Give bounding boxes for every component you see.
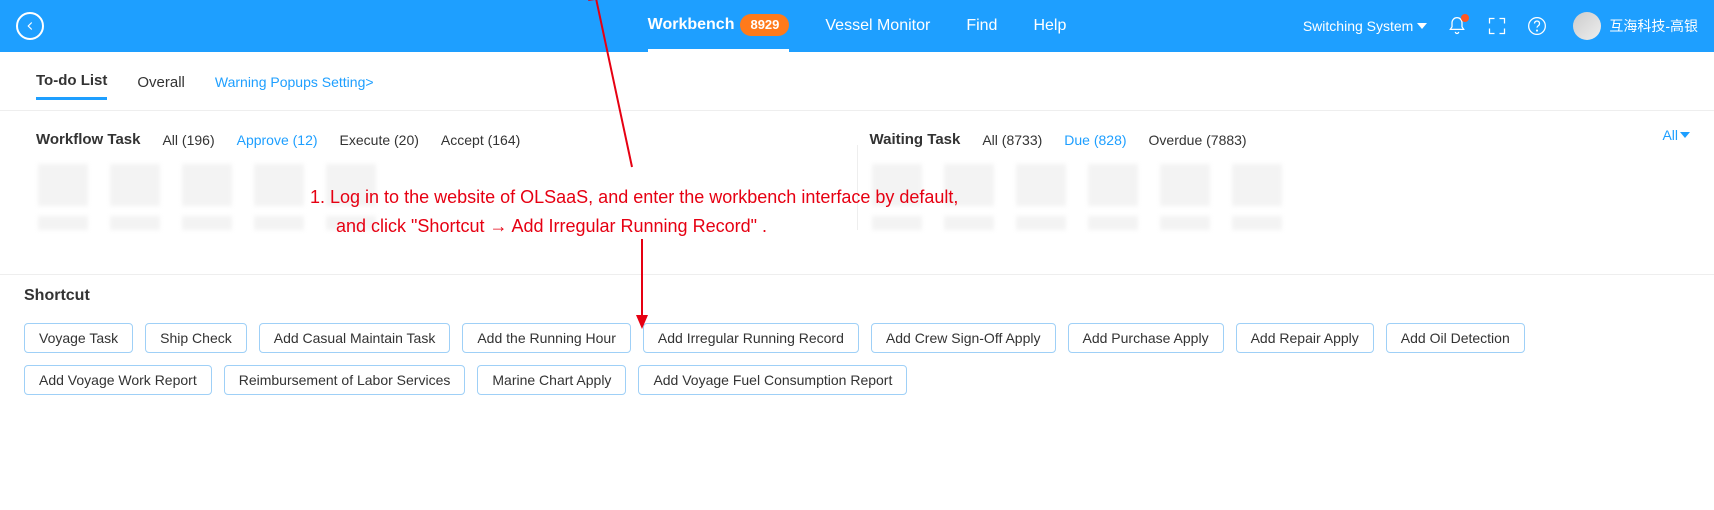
shortcut-add-casual-maintain-task[interactable]: Add Casual Maintain Task [259, 323, 451, 353]
waiting-filter-all[interactable]: All (8733) [982, 132, 1042, 148]
question-circle-icon [1527, 16, 1547, 36]
workflow-tile[interactable] [252, 164, 306, 244]
waiting-tile[interactable] [1158, 164, 1212, 244]
waiting-filter-due[interactable]: Due (828) [1064, 132, 1126, 148]
caret-down-icon [1680, 130, 1690, 140]
workflow-filter-execute[interactable]: Execute (20) [340, 132, 419, 148]
user-name-label: 互海科技-高银 [1609, 16, 1698, 36]
workflow-tiles [36, 164, 845, 244]
shortcut-title: Shortcut [24, 287, 1690, 305]
waiting-task-header: Waiting Task All (8733) Due (828) Overdu… [870, 131, 1679, 148]
workflow-tile[interactable] [108, 164, 162, 244]
shortcut-add-running-hour[interactable]: Add the Running Hour [462, 323, 631, 353]
waiting-tile[interactable] [1014, 164, 1068, 244]
all-filter-label: All [1662, 127, 1678, 143]
arrow-left-icon [23, 19, 37, 33]
nav-workbench-label: Workbench [648, 16, 735, 34]
shortcut-add-repair-apply[interactable]: Add Repair Apply [1236, 323, 1374, 353]
nav-find[interactable]: Find [966, 0, 997, 52]
waiting-tile[interactable] [1230, 164, 1284, 244]
nav-vessel-monitor[interactable]: Vessel Monitor [825, 0, 930, 52]
shortcut-add-irregular-running-record[interactable]: Add Irregular Running Record [643, 323, 859, 353]
shortcut-add-crew-sign-off-apply[interactable]: Add Crew Sign-Off Apply [871, 323, 1056, 353]
workflow-tile[interactable] [180, 164, 234, 244]
workflow-task-title: Workflow Task [36, 131, 140, 148]
switching-system-dropdown[interactable]: Switching System [1303, 18, 1427, 34]
shortcut-add-voyage-fuel-consumption-report[interactable]: Add Voyage Fuel Consumption Report [638, 365, 907, 395]
shortcut-voyage-task[interactable]: Voyage Task [24, 323, 133, 353]
shortcut-marine-chart-apply[interactable]: Marine Chart Apply [477, 365, 626, 395]
workflow-task-panel: Workflow Task All (196) Approve (12) Exe… [24, 131, 857, 244]
back-button[interactable] [16, 12, 44, 40]
tab-overall[interactable]: Overall [137, 74, 185, 99]
shortcut-add-oil-detection[interactable]: Add Oil Detection [1386, 323, 1525, 353]
top-right: Switching System 互海科技-高银 [1303, 12, 1698, 40]
workflow-filter-accept[interactable]: Accept (164) [441, 132, 520, 148]
shortcut-panel: Shortcut Voyage Task Ship Check Add Casu… [0, 274, 1714, 419]
task-area: All Workflow Task All (196) Approve (12)… [0, 131, 1714, 264]
nav-help[interactable]: Help [1033, 0, 1066, 52]
tab-todo-list[interactable]: To-do List [36, 72, 107, 100]
all-filter-dropdown[interactable]: All [1662, 127, 1690, 143]
shortcut-chips: Voyage Task Ship Check Add Casual Mainta… [24, 323, 1690, 395]
caret-down-icon [1417, 21, 1427, 31]
notification-button[interactable] [1447, 16, 1467, 36]
waiting-tile[interactable] [870, 164, 924, 244]
waiting-tile[interactable] [942, 164, 996, 244]
workbench-tabs: To-do List Overall Warning Popups Settin… [0, 52, 1714, 110]
waiting-tiles [870, 164, 1679, 244]
content-area: To-do List Overall Warning Popups Settin… [0, 52, 1714, 419]
expand-icon [1487, 16, 1507, 36]
shortcut-reimbursement-labor-services[interactable]: Reimbursement of Labor Services [224, 365, 466, 395]
workflow-filter-all[interactable]: All (196) [162, 132, 214, 148]
notification-dot-icon [1461, 14, 1469, 22]
avatar [1573, 12, 1601, 40]
waiting-tile[interactable] [1086, 164, 1140, 244]
nav-find-label: Find [966, 17, 997, 35]
workflow-task-header: Workflow Task All (196) Approve (12) Exe… [36, 131, 845, 148]
tab-warning-popups-setting[interactable]: Warning Popups Setting> [215, 74, 374, 98]
workflow-tile[interactable] [324, 164, 378, 244]
shortcut-add-voyage-work-report[interactable]: Add Voyage Work Report [24, 365, 212, 395]
account-menu[interactable]: 互海科技-高银 [1573, 12, 1698, 40]
nav-workbench-badge: 8929 [740, 14, 789, 36]
workflow-filter-approve[interactable]: Approve (12) [237, 132, 318, 148]
shortcut-add-purchase-apply[interactable]: Add Purchase Apply [1068, 323, 1224, 353]
nav-workbench[interactable]: Workbench 8929 [648, 0, 790, 52]
tabs-divider [0, 110, 1714, 111]
fullscreen-button[interactable] [1487, 16, 1507, 36]
top-bar: Workbench 8929 Vessel Monitor Find Help … [0, 0, 1714, 52]
waiting-filter-overdue[interactable]: Overdue (7883) [1149, 132, 1247, 148]
nav-help-label: Help [1033, 17, 1066, 35]
shortcut-ship-check[interactable]: Ship Check [145, 323, 247, 353]
workflow-tile[interactable] [36, 164, 90, 244]
nav-vessel-monitor-label: Vessel Monitor [825, 17, 930, 35]
switching-system-label: Switching System [1303, 18, 1413, 34]
waiting-task-panel: Waiting Task All (8733) Due (828) Overdu… [858, 131, 1691, 244]
help-button[interactable] [1527, 16, 1547, 36]
waiting-task-title: Waiting Task [870, 131, 961, 148]
